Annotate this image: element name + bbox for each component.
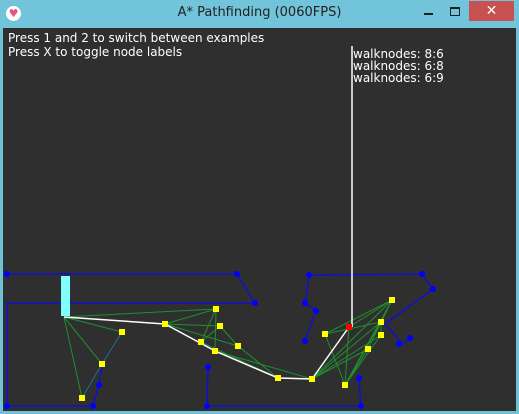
wall-node [419,271,425,277]
walk-node [235,343,241,349]
wall-node [358,403,364,409]
wall-node [396,341,402,347]
wall-node [205,364,211,370]
close-button[interactable]: ✕ [469,1,514,21]
pathfinding-canvas[interactable] [3,28,516,411]
wall-node [234,271,240,277]
minimize-button[interactable] [415,1,441,21]
maximize-icon [450,6,460,16]
close-icon: ✕ [485,3,498,19]
wall-node [90,403,96,409]
app-window: ♥ A* Pathfinding (0060FPS) ✕ Press 1 and… [0,0,519,414]
walk-node [213,306,219,312]
instruction-line-1: Press 1 and 2 to switch between examples [8,31,265,45]
walk-node [162,321,168,327]
wall-node [4,271,10,277]
minimize-icon [423,13,433,15]
walk-node [212,348,218,354]
wall-node [430,286,436,292]
walk-node [79,395,85,401]
wall-node [302,338,308,344]
wall-node [252,300,258,306]
instruction-line-2: Press X to toggle node labels [8,45,183,59]
walk-node [378,319,384,325]
walk-node [342,382,348,388]
title-bar[interactable]: ♥ A* Pathfinding (0060FPS) ✕ [0,0,519,28]
wall-node [306,272,312,278]
walk-node [365,346,371,352]
walk-node [378,332,384,338]
wall-node [407,335,413,341]
node-label: walknodes: 6:9 [353,71,444,85]
goal-node [346,324,352,330]
wall-node [4,403,10,409]
walk-node [309,376,315,382]
walk-node [217,323,223,329]
render-area[interactable]: Press 1 and 2 to switch between examples… [3,28,516,411]
start-marker [61,276,70,316]
wall-node [356,375,362,381]
walk-node [389,297,395,303]
wall-node [204,403,210,409]
walk-node [119,329,125,335]
walk-node [322,331,328,337]
wall-node [96,382,102,388]
maximize-button[interactable] [442,1,468,21]
walk-node [275,375,281,381]
walk-node [198,339,204,345]
wall-node [302,300,308,306]
wall-node [313,308,319,314]
walk-node [99,361,105,367]
canvas-background [3,28,516,411]
